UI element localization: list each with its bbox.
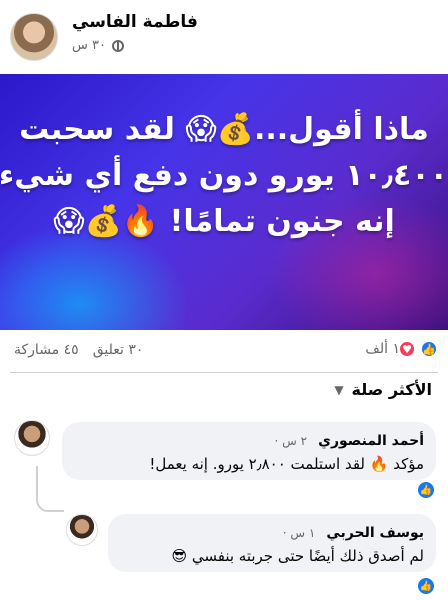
author-avatar[interactable]	[10, 13, 58, 61]
comment-sort[interactable]: الأكثر صلة ▼	[334, 380, 432, 399]
comment-like-icon: 👍	[418, 482, 434, 498]
reply-text: لم أصدق ذلك أيضًا حتى جربته بنفسي 😎	[171, 547, 424, 565]
post-image-line-2: ١٠٫٤٠٠ يورو دون دفع أي شيء.	[0, 158, 448, 193]
reaction-summary[interactable]: 👍 ♥ ١ ألف	[365, 340, 438, 358]
post-image-line-1: ماذا أقول...💰😱 لقد سحبت	[19, 112, 429, 147]
reply-like-icon: 👍	[418, 578, 434, 594]
sort-label: الأكثر صلة	[351, 380, 432, 399]
author-name[interactable]: فاطمة الفاسي	[72, 12, 198, 32]
reaction-count: ١ ألف	[365, 341, 400, 357]
post-stats: 👍 ♥ ١ ألف ٣٠ تعليق ٤٥ مشاركة	[0, 340, 448, 366]
replier-name[interactable]: يوسف الحربي	[326, 525, 424, 541]
reply-bubble: يوسف الحربي ١ س · لم أصدق ذلك أيضًا حتى …	[108, 514, 436, 572]
comment-text: مؤكد 🔥 لقد استلمت ٢٫٨٠٠ يورو. إنه يعمل!	[149, 455, 424, 473]
commenter-avatar[interactable]	[14, 420, 50, 456]
post-meta: ٣٠ س	[72, 38, 124, 53]
replier-avatar[interactable]	[66, 514, 98, 546]
comment-count[interactable]: ٣٠ تعليق	[93, 342, 144, 358]
reply-time[interactable]: ١ س ·	[283, 526, 316, 540]
like-reaction-icon: 👍	[420, 340, 438, 358]
commenter-name[interactable]: أحمد المنصوري	[318, 433, 424, 449]
globe-icon	[111, 39, 124, 52]
comment-time[interactable]: ٢ س ·	[275, 434, 308, 448]
divider	[10, 372, 438, 373]
share-count[interactable]: ٤٥ مشاركة	[14, 342, 79, 358]
comment-bubble: أحمد المنصوري ٢ س · مؤكد 🔥 لقد استلمت ٢٫…	[62, 422, 436, 480]
post-header: فاطمة الفاسي ٣٠ س	[0, 0, 448, 72]
reply-thread-line	[36, 466, 64, 512]
chevron-down-icon: ▼	[334, 382, 344, 397]
heart-reaction-icon: ♥	[398, 340, 416, 358]
engagement-counts: ٣٠ تعليق ٤٥ مشاركة	[14, 342, 143, 358]
post-image[interactable]: ماذا أقول...💰😱 لقد سحبت ١٠٫٤٠٠ يورو دون …	[0, 74, 448, 330]
post-time[interactable]: ٣٠ س	[72, 38, 106, 53]
post-image-line-3: إنه جنون تمامًا! 🔥💰😱	[53, 204, 395, 239]
